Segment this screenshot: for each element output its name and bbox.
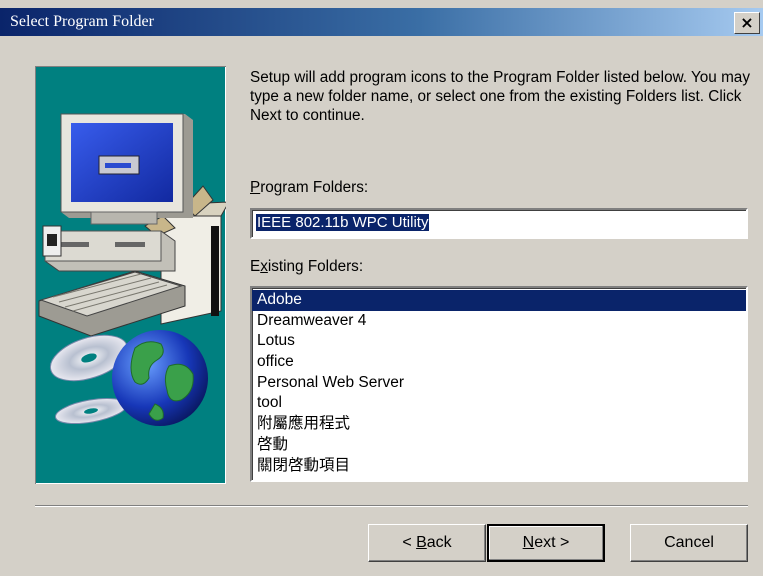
divider — [35, 505, 748, 507]
list-item[interactable]: Lotus — [252, 331, 746, 352]
list-item[interactable]: office — [252, 352, 746, 373]
list-item[interactable]: Personal Web Server — [252, 373, 746, 394]
desktop-case-icon — [42, 225, 176, 272]
monitor-icon — [60, 113, 193, 225]
globe-icon — [112, 330, 208, 426]
list-item[interactable]: 關閉啓動項目 — [252, 456, 746, 477]
existing-folders-list[interactable]: Adobe Dreamweaver 4 Lotus office Persona… — [250, 286, 748, 482]
program-folder-value[interactable]: IEEE 802.11b WPC Utility — [256, 214, 430, 231]
list-item[interactable]: 附屬應用程式 — [252, 414, 746, 435]
existing-folders-label: Existing Folders: — [250, 258, 364, 275]
setup-description: Setup will add program icons to the Prog… — [250, 69, 750, 124]
back-button[interactable]: < Back — [368, 524, 486, 562]
computer-illustration — [38, 113, 230, 426]
next-button[interactable]: Next > — [487, 524, 605, 562]
list-item[interactable]: Dreamweaver 4 — [252, 311, 746, 332]
cancel-button[interactable]: Cancel — [630, 524, 748, 562]
program-folder-input[interactable]: IEEE 802.11b WPC Utility — [250, 208, 748, 239]
keyboard-icon — [38, 270, 186, 337]
list-item[interactable]: tool — [252, 393, 746, 414]
setup-illustration-panel — [35, 66, 230, 484]
title-bar: Select Program Folder × — [0, 8, 763, 36]
program-folders-label: Program Folders: — [250, 179, 369, 196]
list-item[interactable]: Adobe — [252, 290, 746, 311]
window-title: Select Program Folder — [10, 13, 154, 30]
close-button[interactable]: × — [734, 12, 760, 34]
close-icon: × — [740, 13, 754, 32]
list-item[interactable]: 啓動 — [252, 435, 746, 456]
